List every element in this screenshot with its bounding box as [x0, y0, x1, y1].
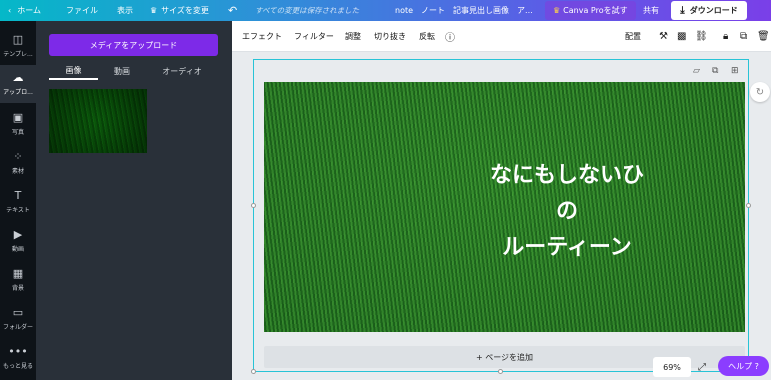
crown-icon: ♛: [553, 6, 561, 15]
rail-label: 背景: [11, 285, 24, 292]
rail-item-elements[interactable]: ⁘ 素材: [0, 144, 36, 182]
folder-icon: ▭: [12, 306, 24, 319]
rail-label: テンプレ...: [3, 51, 33, 58]
resize-handle-right[interactable]: [746, 203, 751, 208]
home-button[interactable]: ‹ ホーム: [8, 0, 41, 21]
text-icon: T: [14, 189, 22, 202]
saved-status: すべての変更は保存されました: [255, 6, 360, 15]
document-title[interactable]: note ノート 記事見出し画像 ア...: [395, 0, 533, 21]
adjust-button[interactable]: 調整: [345, 21, 361, 52]
rail-label: 素材: [11, 168, 24, 175]
notes-icon[interactable]: ▱: [693, 66, 700, 76]
uploads-panel: メディアをアップロード 画像 動画 オーディオ: [36, 21, 232, 380]
uploaded-image-thumbnail[interactable]: [49, 89, 147, 153]
title-line-2: の: [555, 199, 578, 224]
tab-videos[interactable]: 動画: [104, 62, 140, 80]
lock-icon[interactable]: 🔒︎: [723, 21, 728, 52]
rotate-icon[interactable]: ↻: [750, 82, 770, 102]
chevron-left-icon: ‹: [8, 6, 12, 15]
editor-toolbar: エフェクト フィルター 調整 切り抜き 反転 ⓘ 配置 ⚒ ▩ ⛓ 🔒︎ ⧉ 🗑…: [232, 21, 771, 52]
paint-roller-icon[interactable]: ⚒: [659, 21, 668, 52]
transparency-icon[interactable]: ▩: [677, 21, 686, 52]
home-label: ホーム: [17, 6, 41, 15]
rail-item-text[interactable]: T テキスト: [0, 183, 36, 221]
zoom-level[interactable]: 69%: [653, 357, 691, 377]
title-line-1: なにもしないひ: [489, 163, 644, 188]
upload-media-button[interactable]: メディアをアップロード: [49, 34, 218, 56]
trash-icon[interactable]: 🗑︎: [757, 21, 770, 52]
rail-label: アップロ...: [3, 89, 33, 96]
share-button[interactable]: 共有: [643, 0, 659, 21]
rail-label: フォルダー: [2, 324, 33, 331]
help-button[interactable]: ヘルプ ?: [718, 356, 769, 376]
download-label: ダウンロード: [689, 6, 738, 15]
add-page-icon[interactable]: ⊞: [731, 66, 739, 76]
rail-item-video[interactable]: ▶ 動画: [0, 222, 36, 260]
fullscreen-icon[interactable]: ⤢: [694, 357, 710, 377]
resize-handle-bottom-left[interactable]: [251, 369, 256, 374]
rail-item-folders[interactable]: ▭ フォルダー: [0, 300, 36, 338]
design-image[interactable]: なにもしないひ の ルーティーン: [264, 82, 745, 332]
design-title-text[interactable]: なにもしないひ の ルーティーン: [264, 158, 684, 266]
info-icon[interactable]: ⓘ: [445, 21, 455, 52]
view-menu[interactable]: 表示: [117, 0, 133, 21]
rail-item-more[interactable]: ••• もっと見る: [0, 339, 36, 377]
undo-icon[interactable]: ↶: [228, 0, 237, 21]
filter-button[interactable]: フィルター: [294, 21, 334, 52]
download-button[interactable]: ⤓ ダウンロード: [671, 1, 747, 20]
rail-label: テキスト: [6, 207, 30, 214]
crown-icon: ♛: [150, 6, 158, 15]
canva-pro-button[interactable]: ♛ Canva Proを試す: [545, 1, 636, 20]
flip-button[interactable]: 反転: [419, 21, 435, 52]
rail-item-templates[interactable]: ◫ テンプレ...: [0, 27, 36, 65]
file-menu[interactable]: ファイル: [66, 0, 98, 21]
tab-audio[interactable]: オーディオ: [156, 62, 208, 80]
upload-icon: ☁: [12, 71, 24, 84]
canva-pro-label: Canva Proを試す: [563, 6, 628, 15]
arrange-button[interactable]: 配置: [625, 21, 641, 52]
resize-label: サイズを変更: [161, 6, 209, 15]
templates-icon: ◫: [12, 33, 24, 46]
rail-item-photos[interactable]: ▣ 写真: [0, 105, 36, 143]
resize-button[interactable]: ♛ サイズを変更: [150, 0, 209, 21]
copy-page-icon[interactable]: ⧉: [712, 66, 718, 76]
resize-handle-bottom[interactable]: [498, 369, 503, 374]
resize-handle-left[interactable]: [251, 203, 256, 208]
rail-label: 動画: [11, 246, 24, 253]
crop-button[interactable]: 切り抜き: [374, 21, 406, 52]
top-bar: ‹ ホーム ファイル 表示 ♛ サイズを変更 ↶ すべての変更は保存されました …: [0, 0, 771, 21]
download-icon: ⤓: [680, 5, 685, 16]
left-rail: ◫ テンプレ... ☁ アップロ... ▣ 写真 ⁘ 素材 T テキスト ▶ 動…: [0, 21, 36, 380]
photo-icon: ▣: [12, 111, 24, 124]
background-icon: ▦: [12, 267, 24, 280]
title-line-3: ルーティーン: [502, 235, 632, 260]
video-icon: ▶: [13, 228, 23, 241]
tab-images[interactable]: 画像: [49, 62, 98, 80]
rail-label: もっと見る: [2, 363, 33, 370]
rail-label: 写真: [11, 129, 24, 136]
rail-item-background[interactable]: ▦ 背景: [0, 261, 36, 299]
elements-icon: ⁘: [13, 150, 23, 163]
duplicate-icon[interactable]: ⧉: [740, 21, 747, 52]
effects-button[interactable]: エフェクト: [242, 21, 282, 52]
rail-item-uploads[interactable]: ☁ アップロ...: [0, 65, 36, 103]
link-icon[interactable]: ⛓: [695, 21, 708, 52]
more-icon: •••: [8, 345, 28, 358]
